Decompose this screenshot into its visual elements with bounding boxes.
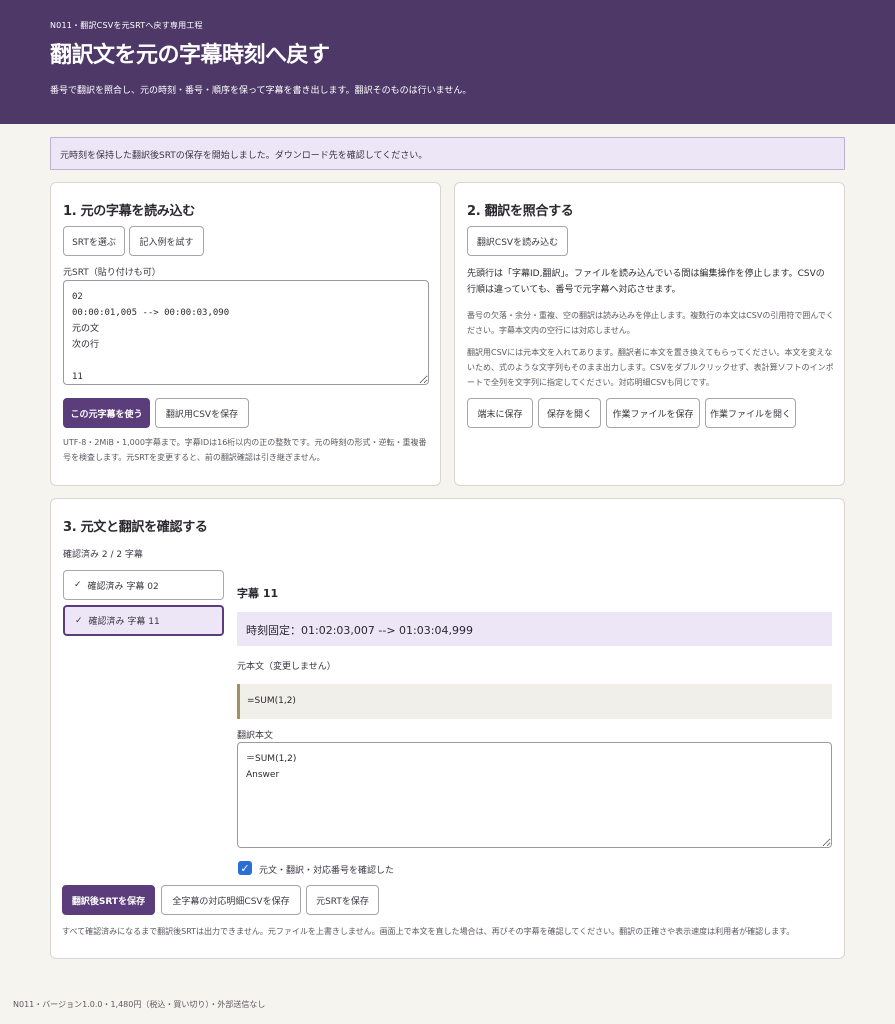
confirm-checkbox-label: 元文・翻訳・対応番号を確認した bbox=[259, 866, 395, 876]
step2-description-main: 先頭行は「字幕ID,翻訳」。ファイルを読み込んでいる間は編集操作を停止します。C… bbox=[467, 269, 825, 295]
step2-description-errors: 番号の欠落・余分・重複、空の翻訳は読み込みを停止します。複数行の本文はCSVの引… bbox=[467, 311, 834, 335]
source-srt-textarea[interactable]: 02 00:00:01,005 --> 00:00:03,090 元の文 次の行… bbox=[63, 280, 429, 385]
load-translation-csv-button[interactable]: 翻訳CSVを読み込む bbox=[467, 226, 568, 256]
footer-info: N011・バージョン1.0.0・1,480円（税込・買い切り）・外部送信なし bbox=[13, 1000, 266, 1009]
review-progress: 確認済み 2 / 2 字幕 bbox=[63, 550, 143, 560]
step2-title: 2. 翻訳を照合する bbox=[467, 204, 574, 219]
subtitle-list-label: 確認済み 字幕 11 bbox=[88, 617, 160, 627]
step1-title: 1. 元の字幕を読み込む bbox=[63, 204, 195, 219]
step1-card: 1. 元の字幕を読み込む SRTを選ぶ 記入例を試す 元SRT（貼り付けも可） … bbox=[50, 182, 441, 486]
fixed-time-display: 時刻固定：01:02:03,007 --> 01:03:04,999 bbox=[237, 612, 832, 646]
detail-title: 字幕 11 bbox=[237, 587, 279, 600]
step2-card: 2. 翻訳を照合する 翻訳CSVを読み込む 先頭行は「字幕ID,翻訳」。ファイル… bbox=[454, 182, 845, 486]
checkmark-icon: ✓ bbox=[240, 861, 250, 875]
confirm-checkbox[interactable]: ✓ bbox=[238, 861, 252, 875]
open-work-file-button[interactable]: 作業ファイルを開く bbox=[705, 398, 796, 428]
save-work-file-button[interactable]: 作業ファイルを保存 bbox=[606, 398, 700, 428]
select-srt-button[interactable]: SRTを選ぶ bbox=[63, 226, 125, 256]
translation-text-label: 翻訳本文 bbox=[237, 731, 274, 741]
page-title: 翻訳文を元の字幕時刻へ戻す bbox=[50, 43, 330, 68]
header-description: 番号で翻訳を照合し、元の時刻・番号・順序を保って字幕を書き出します。翻訳そのもの… bbox=[50, 86, 472, 96]
subtitle-list-item-11[interactable]: ✓ 確認済み 字幕 11 bbox=[63, 605, 224, 636]
check-icon: ✓ bbox=[75, 615, 83, 626]
save-translated-srt-button[interactable]: 翻訳後SRTを保存 bbox=[62, 885, 155, 915]
page-header: N011・翻訳CSVを元SRTへ戻す専用工程 翻訳文を元の字幕時刻へ戻す 番号で… bbox=[0, 0, 895, 124]
step3-note: すべて確認済みになるまで翻訳後SRTは出力できません。元ファイルを上書きしません… bbox=[62, 927, 795, 936]
step3-title: 3. 元文と翻訳を確認する bbox=[63, 520, 208, 535]
original-text-label: 元本文（変更しません） bbox=[237, 662, 336, 672]
original-text-display: =SUM(1,2) bbox=[237, 684, 832, 719]
save-to-device-button[interactable]: 端末に保存 bbox=[467, 398, 533, 428]
try-example-button[interactable]: 記入例を試す bbox=[129, 226, 204, 256]
save-detail-csv-button[interactable]: 全字幕の対応明細CSVを保存 bbox=[161, 885, 301, 915]
use-source-button[interactable]: この元字幕を使う bbox=[63, 398, 150, 428]
check-icon: ✓ bbox=[74, 580, 82, 590]
save-translation-csv-button[interactable]: 翻訳用CSVを保存 bbox=[155, 398, 249, 428]
status-notice: 元時刻を保持した翻訳後SRTの保存を開始しました。ダウンロード先を確認してくださ… bbox=[50, 137, 845, 170]
subtitle-list-item-02[interactable]: ✓ 確認済み 字幕 02 bbox=[63, 570, 224, 600]
open-save-button[interactable]: 保存を開く bbox=[538, 398, 601, 428]
source-srt-label: 元SRT（貼り付けも可） bbox=[63, 268, 161, 278]
header-eyebrow: N011・翻訳CSVを元SRTへ戻す専用工程 bbox=[50, 21, 203, 30]
step1-help-text: UTF-8・2MiB・1,000字幕まで。字幕IDは16桁以内の正の整数です。元… bbox=[63, 438, 427, 462]
step2-description-csv: 翻訳用CSVには元本文を入れてあります。翻訳者に本文を置き換えてもらってください… bbox=[467, 348, 834, 387]
save-original-srt-button[interactable]: 元SRTを保存 bbox=[306, 885, 379, 915]
subtitle-list-label: 確認済み 字幕 02 bbox=[87, 581, 159, 592]
translation-textarea[interactable]: ＝SUM(1,2) Answer bbox=[237, 742, 832, 848]
